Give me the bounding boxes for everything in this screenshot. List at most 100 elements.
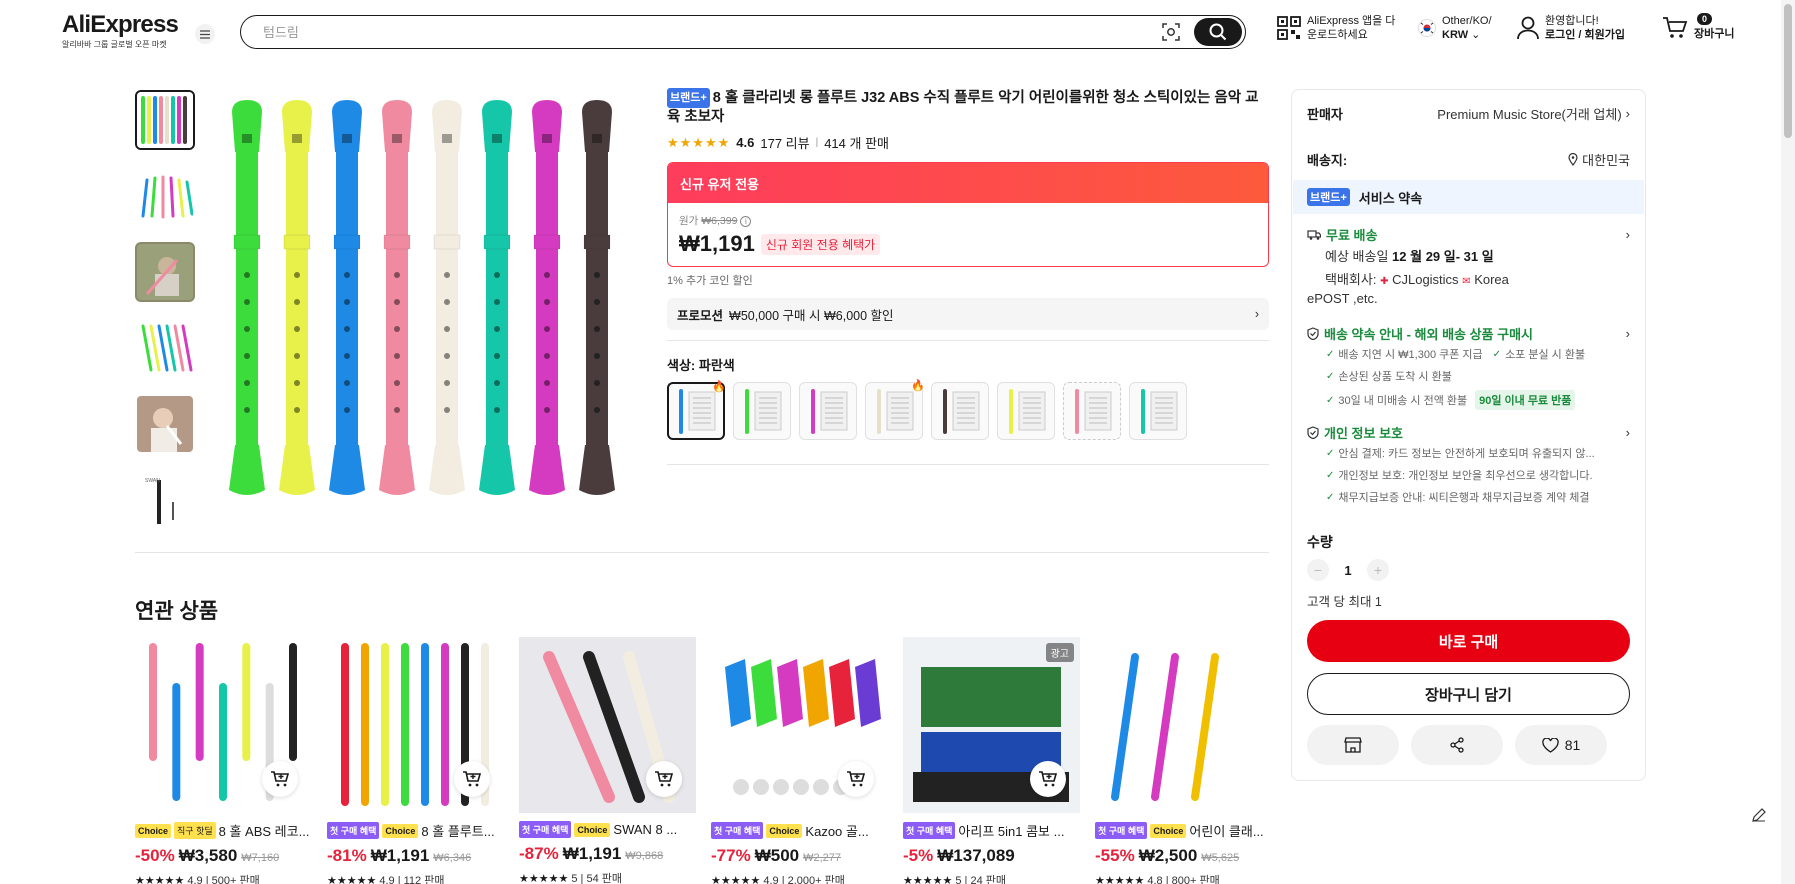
thumbnail[interactable] xyxy=(135,242,195,302)
main-product-image[interactable] xyxy=(225,90,635,510)
color-swatch[interactable] xyxy=(799,382,857,440)
ship-to-row[interactable]: 배송지: 대한민국 xyxy=(1307,150,1630,169)
original-price: ₩2,277 xyxy=(803,852,842,864)
color-swatch[interactable] xyxy=(733,382,791,440)
related-products-list: Choice 직구 핫딜 8 홀 ABS 레코... -50% ₩3,580 ₩7,160… xyxy=(135,637,1272,884)
add-to-cart-icon[interactable] xyxy=(454,761,490,797)
related-product-meta: ★★★★★ 4.9 | 112 판매 xyxy=(327,872,504,884)
cj-logo-icon: ✚ xyxy=(1380,276,1389,287)
rating-stars-icon: ★★★★★ xyxy=(667,134,731,150)
product-badge: Choice xyxy=(766,823,803,838)
search-icon xyxy=(1209,23,1227,41)
add-to-cart-icon[interactable] xyxy=(1030,761,1066,797)
sale-price: ₩1,191 xyxy=(562,844,622,863)
related-product-card[interactable]: 첫 구매 혜택 Choice Kazoo 골... -77% ₩500 ₩2,277 ★★★… xyxy=(711,637,888,884)
recorder-illustration xyxy=(529,100,565,495)
thumbnail-list: SWAN xyxy=(135,90,197,546)
related-product-title[interactable]: 첫 구매 혜택 Choice 어린이 클래... xyxy=(1095,821,1272,840)
pencil-icon xyxy=(1752,808,1766,822)
rating-stars-icon: ★★★★★ xyxy=(903,875,953,884)
discount-percent: -87% xyxy=(519,844,559,863)
scrollbar-thumb[interactable] xyxy=(1784,4,1792,138)
epost-logo-icon: ✉ xyxy=(1462,276,1471,287)
color-swatch[interactable] xyxy=(1129,382,1187,440)
color-swatch[interactable]: 🔥 xyxy=(667,381,726,440)
privacy-row[interactable]: 개인 정보 보호 › xyxy=(1307,423,1630,442)
add-to-cart-icon[interactable] xyxy=(838,761,874,797)
related-product-image[interactable] xyxy=(1095,637,1272,813)
add-to-cart-button[interactable]: 장바구니 담기 xyxy=(1307,673,1630,715)
related-product-image[interactable]: 광고 xyxy=(903,637,1080,813)
login-signup-link[interactable]: 로그인 / 회원가입 xyxy=(1545,29,1625,41)
related-product-image[interactable] xyxy=(519,637,696,813)
chevron-right-icon: › xyxy=(1254,307,1259,321)
recorders-thumbnail-image xyxy=(137,92,193,148)
related-product-title[interactable]: 첫 구매 혜택 Choice Kazoo 골... xyxy=(711,821,888,840)
privacy-2: 개인정보 보호: 개인정보 보안을 최우선으로 생각합니다. xyxy=(1338,470,1593,482)
delivery-promise-row[interactable]: 배송 약속 안내 - 해외 배송 상품 구매시 › xyxy=(1307,324,1630,343)
thumbnail[interactable] xyxy=(135,90,195,150)
app-download-link[interactable]: AliExpress 앱을 다 운로드하세요 xyxy=(1277,14,1395,42)
locale-selector[interactable]: Other/KO/KRW ⌄ xyxy=(1418,14,1492,42)
related-product-title[interactable]: 첫 구매 혜택 아리프 5in1 콤보 ... xyxy=(903,821,1080,840)
related-product-image[interactable] xyxy=(135,637,312,813)
related-product-price: -77% ₩500 ₩2,277 xyxy=(711,846,888,866)
add-to-cart-icon[interactable] xyxy=(646,761,682,797)
color-swatch[interactable] xyxy=(931,382,989,440)
qr-code-icon xyxy=(1277,16,1301,40)
related-product-title[interactable]: 첫 구매 혜택 Choice SWAN 8 ... xyxy=(519,821,696,838)
divider xyxy=(667,340,1269,341)
logo-tagline: 알리바바 그룹 글로벌 오픈 마켓 xyxy=(62,40,167,49)
related-product-card[interactable]: 첫 구매 혜택 Choice SWAN 8 ... -87% ₩1,191 ₩9,868 ★… xyxy=(519,637,696,884)
seller-row[interactable]: 판매자 Premium Music Store(거래 업체) › xyxy=(1307,104,1630,123)
image-search-icon[interactable] xyxy=(1160,21,1182,43)
promise-1: 배송 지연 시 ₩1,300 쿠폰 지급 xyxy=(1338,349,1483,361)
quantity-increase-button[interactable]: + xyxy=(1367,559,1389,581)
review-count-link[interactable]: 177 리뷰 xyxy=(760,133,809,152)
ship-to-label: 배송지: xyxy=(1307,153,1348,168)
quantity-decrease-button[interactable]: − xyxy=(1307,559,1329,581)
related-product-title[interactable]: Choice 직구 핫딜 8 홀 ABS 레코... xyxy=(135,821,312,840)
page-scrollbar[interactable] xyxy=(1781,0,1795,884)
brand-plus-badge: 브랜드+ xyxy=(667,88,710,108)
related-product-card[interactable]: 첫 구매 혜택 Choice 어린이 클래... -55% ₩2,500 ₩5,625 ★★… xyxy=(1095,637,1272,884)
color-swatch[interactable]: 🔥 xyxy=(865,380,925,440)
share-button[interactable] xyxy=(1411,725,1503,765)
info-icon[interactable]: i xyxy=(740,216,752,227)
color-swatch[interactable] xyxy=(1063,382,1121,440)
related-product-image[interactable] xyxy=(327,637,504,813)
swatch-image xyxy=(1075,389,1112,434)
account-menu[interactable]: 환영합니다! 로그인 / 회원가입 xyxy=(1517,14,1625,42)
carrier-2: Korea xyxy=(1474,272,1509,287)
thumbnail[interactable] xyxy=(135,394,195,454)
category-menu-button[interactable] xyxy=(195,24,215,44)
rating-stars-icon: ★★★★★ xyxy=(327,875,377,884)
cart-link[interactable]: 0 장바구니 xyxy=(1662,13,1734,41)
thumbnail[interactable] xyxy=(135,166,195,226)
thumbnail[interactable]: SWAN xyxy=(135,470,195,530)
quantity-value[interactable]: 1 xyxy=(1343,563,1353,578)
free-shipping-row[interactable]: 무료 배송 › xyxy=(1307,225,1630,244)
product-badge: 첫 구매 혜택 xyxy=(519,821,572,838)
edit-feedback-button[interactable] xyxy=(1746,802,1772,828)
recorder-illustration xyxy=(229,100,265,495)
store-button[interactable] xyxy=(1307,725,1399,765)
search-input[interactable] xyxy=(263,22,1063,42)
related-product-title[interactable]: 첫 구매 혜택 Choice 8 홀 플루트... xyxy=(327,821,504,840)
add-to-cart-icon[interactable] xyxy=(262,761,298,797)
related-product-image[interactable] xyxy=(711,637,888,813)
ship-to-country: 대한민국 xyxy=(1582,153,1630,168)
product-name: 아리프 5in1 콤보 ... xyxy=(958,824,1065,839)
rating-stars-icon: ★★★★★ xyxy=(519,873,569,884)
aliexpress-logo[interactable]: AliExpress 알리바바 그룹 글로벌 오픈 마켓 xyxy=(62,12,182,50)
buy-now-button[interactable]: 바로 구매 xyxy=(1307,620,1630,662)
promotion-bar[interactable]: 프로모션 ₩50,000 구매 시 ₩6,000 할인 › xyxy=(667,298,1269,330)
related-product-meta: ★★★★★ 5 | 54 판매 xyxy=(519,870,696,884)
related-product-card[interactable]: 광고 첫 구매 혜택 아리프 5in1 콤보 ... -5% ₩137,089 ★★★★★… xyxy=(903,637,1080,884)
related-product-card[interactable]: Choice 직구 핫딜 8 홀 ABS 레코... -50% ₩3,580 ₩7,160… xyxy=(135,637,312,884)
color-swatch[interactable] xyxy=(997,382,1055,440)
thumbnail[interactable] xyxy=(135,318,195,378)
related-product-card[interactable]: 첫 구매 혜택 Choice 8 홀 플루트... -81% ₩1,191 ₩6,346 ★… xyxy=(327,637,504,884)
wishlist-button[interactable]: 81 xyxy=(1515,725,1607,765)
search-button[interactable] xyxy=(1194,18,1242,46)
